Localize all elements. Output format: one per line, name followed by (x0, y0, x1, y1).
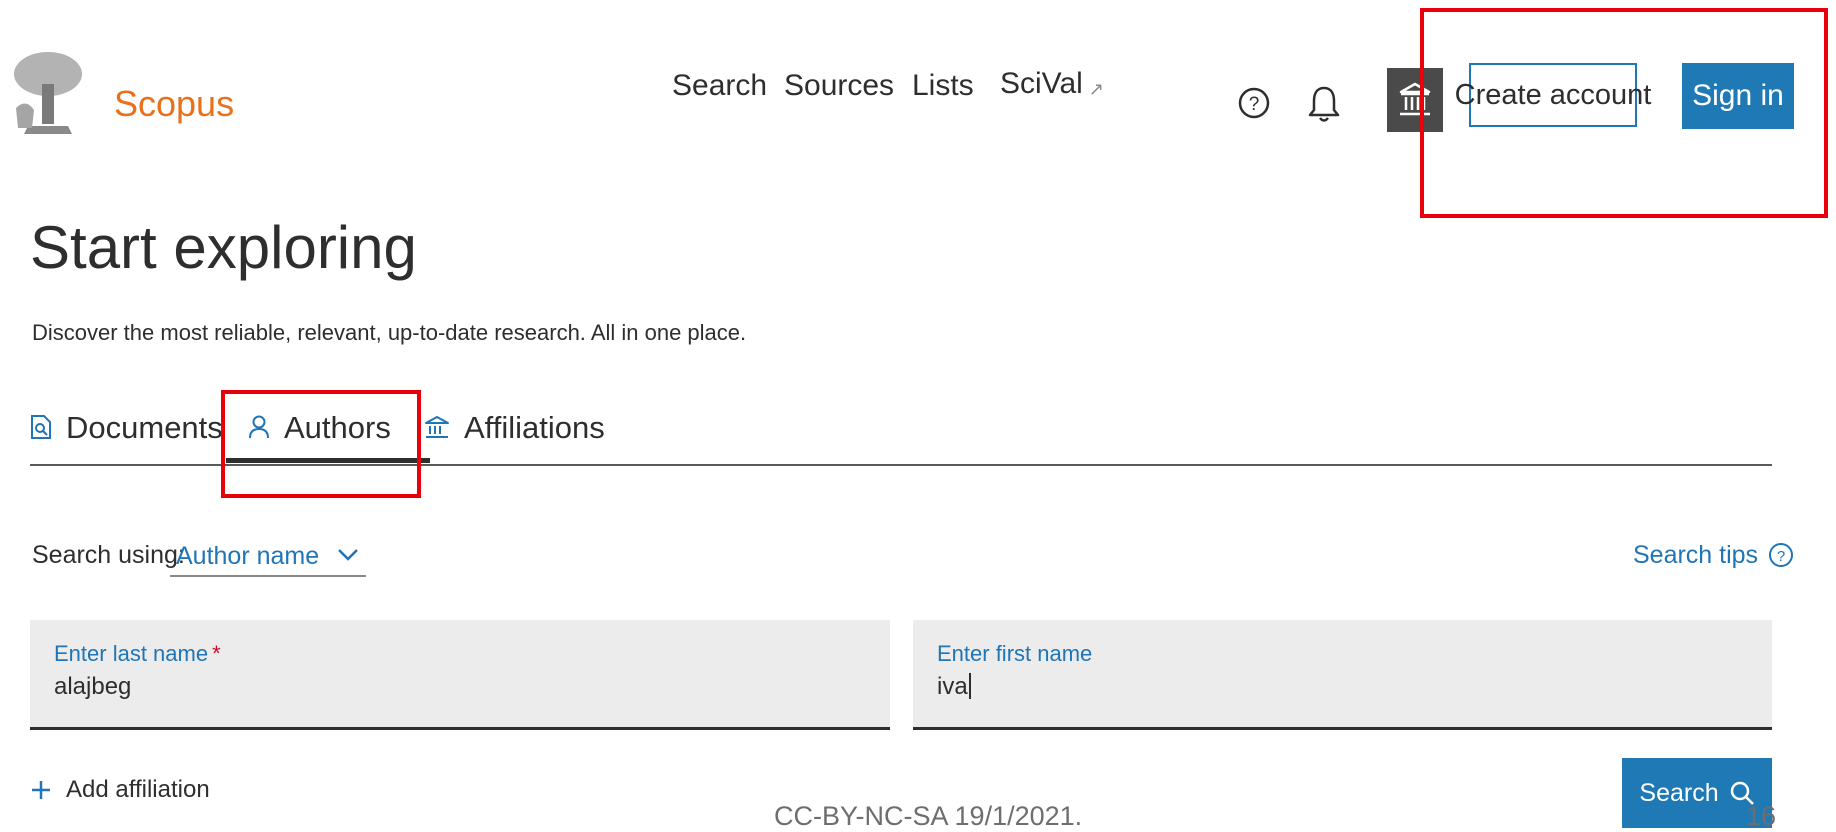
search-button-label: Search (1639, 778, 1719, 807)
person-icon (249, 415, 269, 439)
tab-affiliations[interactable]: Affiliations (424, 410, 605, 464)
page-title: Start exploring (30, 214, 417, 281)
license-footer: CC-BY-NC-SA 19/1/2021. (774, 801, 1083, 831)
help-icon: ? (1769, 543, 1794, 567)
search-tips-label: Search tips (1633, 541, 1759, 569)
text-cursor (968, 673, 971, 699)
nav-sources[interactable]: Sources (784, 66, 894, 106)
first-name-label: Enter first name (937, 641, 1093, 666)
last-name-input[interactable]: alajbeg (54, 672, 131, 702)
bell-icon[interactable] (1306, 84, 1342, 124)
add-affiliation-label: Add affiliation (66, 776, 210, 803)
search-tabs: Documents Authors Affiliations (30, 400, 1772, 466)
page-number: 16 (1746, 801, 1777, 831)
scopus-brand[interactable]: Scopus (114, 82, 234, 126)
elsevier-tree-logo-icon[interactable] (8, 48, 88, 136)
nav-search[interactable]: Search (672, 66, 767, 106)
tab-authors-label: Authors (284, 410, 391, 445)
search-using-value: Author name (176, 542, 320, 570)
first-name-input-wrap[interactable]: iva (937, 672, 971, 702)
sign-in-button[interactable]: Sign in (1682, 63, 1794, 129)
add-affiliation-link[interactable]: Add affiliation (30, 776, 210, 804)
required-mark: * (212, 641, 221, 666)
search-using-label-text: Search using: (32, 541, 185, 569)
search-using-select[interactable]: Author name (170, 535, 366, 577)
tab-authors[interactable]: Authors (248, 410, 428, 464)
plus-icon (32, 781, 50, 799)
nav-lists[interactable]: Lists (912, 66, 974, 106)
external-arrow-icon: ↗ (1088, 78, 1104, 99)
nav-scival[interactable]: SciVal ↗ (1000, 64, 1104, 109)
last-name-label: Enter last name * (54, 640, 221, 668)
header: Scopus Search Sources Lists SciVal ↗ ? Cr… (0, 0, 1836, 210)
search-using-label: Search using: (32, 540, 185, 570)
search-tips-link[interactable]: Search tips ? (1633, 540, 1794, 570)
last-name-field[interactable]: Enter last name * alajbeg (30, 620, 890, 730)
chevron-down-icon (338, 549, 358, 561)
active-tab-indicator (226, 458, 430, 463)
tab-documents-label: Documents (66, 410, 223, 445)
tab-affiliations-label: Affiliations (464, 410, 605, 445)
first-name-input[interactable]: iva (937, 673, 968, 700)
page-subtitle: Discover the most reliable, relevant, up… (32, 320, 747, 345)
last-name-label-text: Enter last name (54, 641, 209, 666)
nav-scival-label: SciVal (1000, 66, 1083, 100)
institution-icon[interactable] (1387, 68, 1443, 132)
svg-text:?: ? (1777, 548, 1785, 565)
institution-icon (425, 416, 449, 438)
institution-glyph-icon (1399, 82, 1431, 116)
create-account-button[interactable]: Create account (1455, 63, 1651, 127)
first-name-field[interactable]: Enter first name iva (913, 620, 1772, 730)
document-search-icon (31, 415, 51, 439)
svg-text:?: ? (1249, 94, 1260, 115)
tab-documents[interactable]: Documents (30, 410, 223, 464)
help-icon[interactable]: ? (1237, 86, 1271, 120)
